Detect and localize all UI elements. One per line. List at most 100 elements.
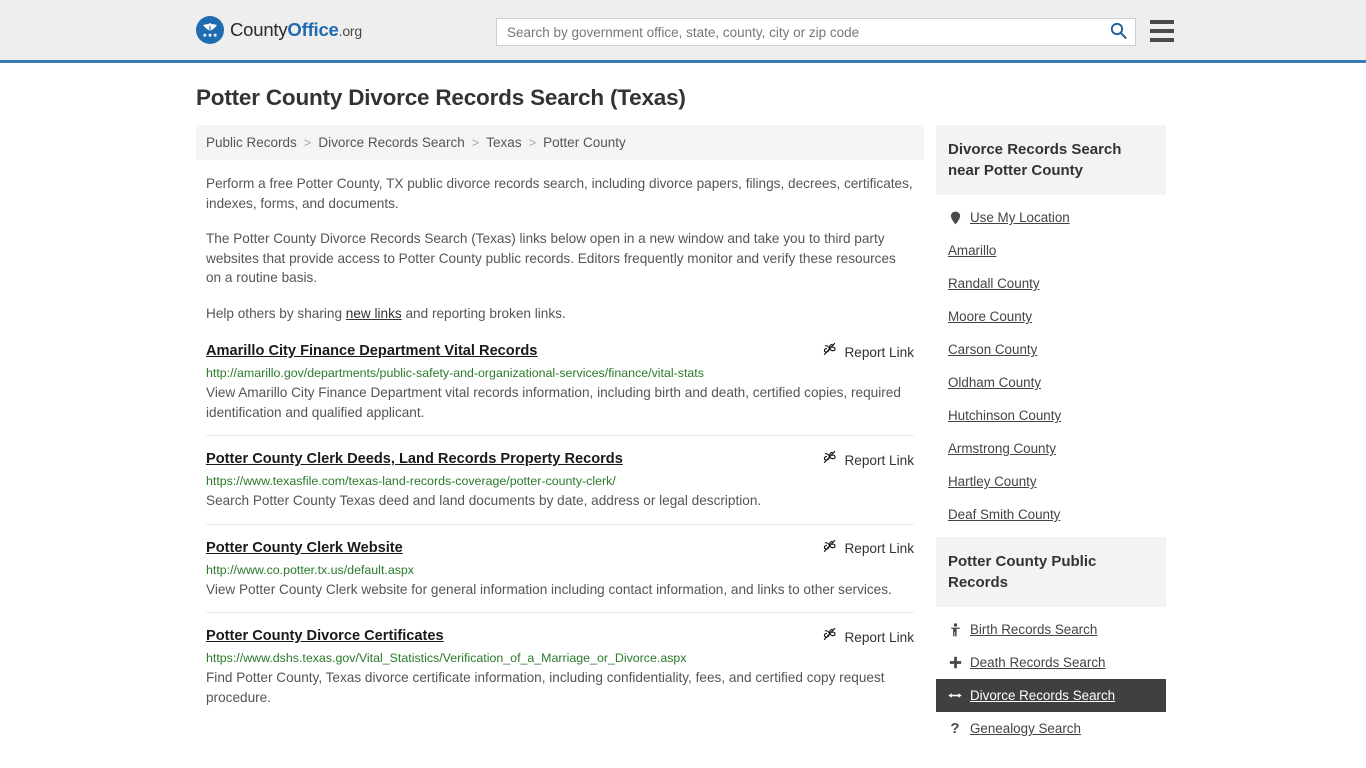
result-title-link[interactable]: Potter County Clerk Website [206,538,403,558]
result-item: Amarillo City Finance Department Vital R… [206,341,914,436]
sidebar-item-amarillo[interactable]: Amarillo [936,234,1166,267]
report-link-label: Report Link [844,541,914,556]
result-url[interactable]: https://www.dshs.texas.gov/Vital_Statist… [206,650,914,666]
hamburger-bar-3 [1150,38,1174,42]
sidebar-item-hutchinson-county[interactable]: Hutchinson County [936,399,1166,432]
main-column: Public Records > Divorce Records Search … [196,125,924,751]
question-mark-glyph: ? [950,720,960,737]
content-columns: Public Records > Divorce Records Search … [0,125,1366,751]
sidebar-link-label[interactable]: Deaf Smith County [948,507,1060,522]
map-pin-icon [948,211,962,225]
report-link-button[interactable]: Report Link [822,538,914,559]
sidebar-link-label[interactable]: Oldham County [948,375,1041,390]
result-description: Find Potter County, Texas divorce certif… [206,670,885,705]
question-mark-icon: ? [948,720,962,737]
report-link-label: Report Link [844,452,914,468]
breadcrumb: Public Records > Divorce Records Search … [196,125,924,160]
sidebar-item-hartley-county[interactable]: Hartley County [936,465,1166,498]
intro-paragraph-3: Help others by sharing new links and rep… [206,304,914,324]
breadcrumb-separator: > [528,135,537,150]
sidebar-link-label[interactable]: Amarillo [948,243,996,258]
sidebar-link-label[interactable]: Randall County [948,276,1040,291]
eagle-stars-logo-icon [196,16,224,44]
share-prefix-text: Help others by sharing [206,305,346,321]
public-records-heading: Potter County Public Records [936,537,1166,607]
public-records-box: Potter County Public Records Birth Recor… [936,537,1166,745]
sidebar-item-carson-county[interactable]: Carson County [936,333,1166,366]
result-header: Amarillo City Finance Department Vital R… [206,341,914,362]
sidebar-item-birth-records-search[interactable]: Birth Records Search [936,613,1166,646]
sidebar-link-label[interactable]: Genealogy Search [970,721,1081,736]
sidebar-link-label[interactable]: Use My Location [970,210,1070,225]
report-link-label: Report Link [844,629,914,645]
breadcrumb-separator: > [303,135,312,150]
report-link-button[interactable]: Report Link [822,341,914,362]
sidebar-item-randall-county[interactable]: Randall County [936,267,1166,300]
result-header: Potter County Clerk Website Report Link [206,538,914,559]
page-content: Potter County Divorce Records Search (Te… [0,85,1366,751]
breadcrumb-item-divorce-records-search[interactable]: Divorce Records Search [318,135,464,150]
sidebar-link-label[interactable]: Divorce Records Search [970,688,1115,703]
page-title: Potter County Divorce Records Search (Te… [196,85,686,110]
nearby-searches-heading: Divorce Records Search near Potter Count… [936,125,1166,195]
unlink-icon [822,450,837,470]
sidebar-item-use-my-location[interactable]: Use My Location [936,201,1166,234]
breadcrumb-item-potter-county: Potter County [543,135,626,150]
search-button[interactable] [1101,19,1135,45]
breadcrumb-item-public-records[interactable]: Public Records [206,135,297,150]
result-description: View Amarillo City Finance Department vi… [206,385,901,420]
brand-part-1: County [230,19,288,40]
cross-icon [948,656,962,669]
sidebar-link-label[interactable]: Birth Records Search [970,622,1097,637]
report-link-button[interactable]: Report Link [822,449,914,470]
search-input[interactable] [497,19,1101,45]
sidebar-link-label[interactable]: Carson County [948,342,1037,357]
sidebar-item-moore-county[interactable]: Moore County [936,300,1166,333]
nearby-searches-box: Divorce Records Search near Potter Count… [936,125,1166,531]
sidebar-item-genealogy-search[interactable]: ? Genealogy Search [936,712,1166,745]
sidebar-link-label[interactable]: Moore County [948,309,1032,324]
sidebar-link-label[interactable]: Death Records Search [970,655,1105,670]
result-title-link[interactable]: Amarillo City Finance Department Vital R… [206,341,537,361]
new-links-link[interactable]: new links [346,306,402,321]
sidebar-item-oldham-county[interactable]: Oldham County [936,366,1166,399]
sidebar-item-armstrong-county[interactable]: Armstrong County [936,432,1166,465]
site-logo[interactable]: CountyOffice.org [196,16,362,44]
sidebar-item-death-records-search[interactable]: Death Records Search [936,646,1166,679]
search-icon [1110,22,1127,42]
share-suffix-text: and reporting broken links. [401,305,566,321]
breadcrumb-separator: > [471,135,480,150]
unlink-icon [822,627,837,647]
hamburger-bar-2 [1150,29,1174,33]
results-list: Amarillo City Finance Department Vital R… [196,341,924,720]
result-item: Potter County Clerk Website Report Link [206,538,914,613]
result-url[interactable]: https://www.texasfile.com/texas-land-rec… [206,473,914,489]
sidebar-link-label[interactable]: Hartley County [948,474,1037,489]
intro-paragraph-1: Perform a free Potter County, TX public … [206,176,913,211]
result-header: Potter County Clerk Deeds, Land Records … [206,449,914,470]
result-item: Potter County Clerk Deeds, Land Records … [206,449,914,525]
unlink-icon [822,342,837,362]
result-title-link[interactable]: Potter County Clerk Deeds, Land Records … [206,449,623,469]
result-url[interactable]: http://www.co.potter.tx.us/default.aspx [206,562,914,578]
hamburger-bar-1 [1150,20,1174,24]
result-header: Potter County Divorce Certificates Repor… [206,626,914,647]
sidebar: Divorce Records Search near Potter Count… [936,125,1166,751]
hamburger-menu-icon[interactable] [1150,20,1174,42]
intro-section: Perform a free Potter County, TX public … [196,174,924,323]
sidebar-item-deaf-smith-county[interactable]: Deaf Smith County [936,498,1166,531]
report-link-button[interactable]: Report Link [822,626,914,647]
intro-paragraph-2: The Potter County Divorce Records Search… [206,231,896,285]
site-header: CountyOffice.org [0,0,1366,63]
result-item: Potter County Divorce Certificates Repor… [206,626,914,720]
brand-part-2: Office [287,19,339,40]
sidebar-link-label[interactable]: Hutchinson County [948,408,1061,423]
unlink-icon [822,539,837,559]
sidebar-link-label[interactable]: Armstrong County [948,441,1056,456]
breadcrumb-item-texas[interactable]: Texas [486,135,521,150]
result-description: Search Potter County Texas deed and land… [206,493,762,508]
result-title-link[interactable]: Potter County Divorce Certificates [206,626,444,646]
sidebar-item-divorce-records-search[interactable]: Divorce Records Search [936,679,1166,712]
result-url[interactable]: http://amarillo.gov/departments/public-s… [206,365,914,381]
search-bar[interactable] [496,18,1136,46]
